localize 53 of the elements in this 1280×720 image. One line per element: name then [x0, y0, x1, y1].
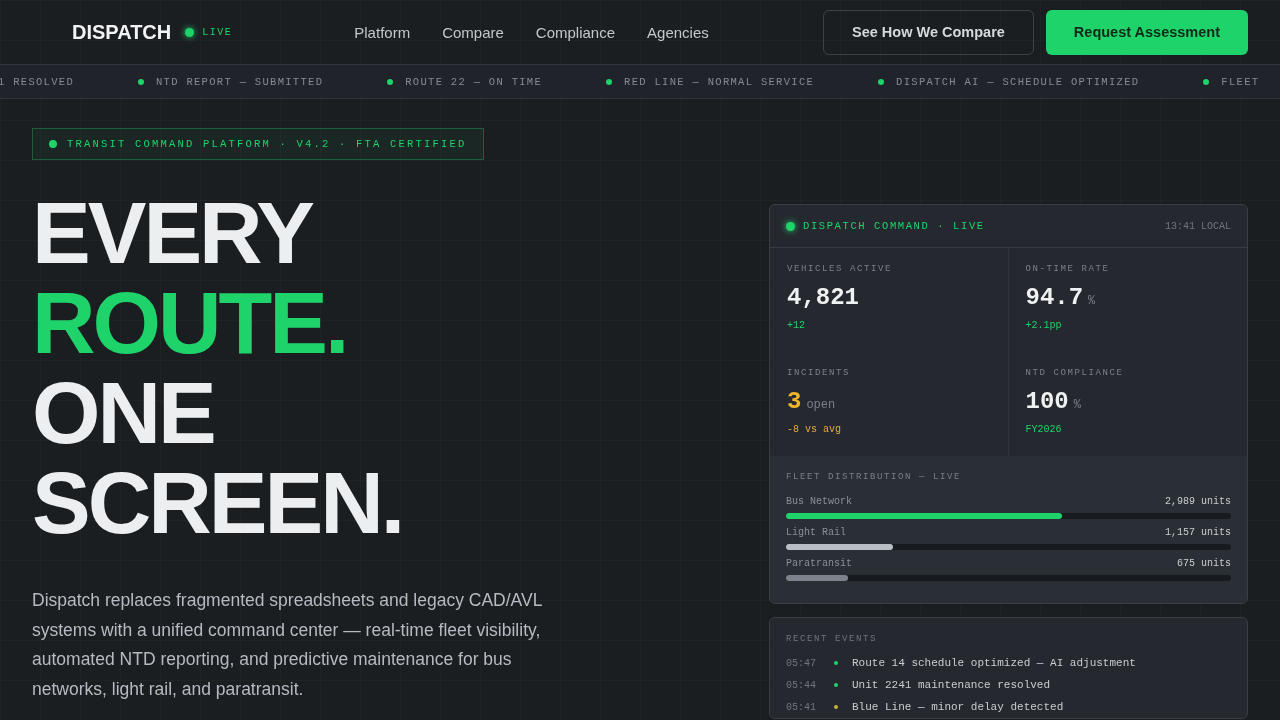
nav-link[interactable]: Compare — [442, 23, 504, 41]
hero-description: Dispatch replaces fragmented spreadsheets and legacy CAD/AVL systems with a unified command center — real-time fleet visibility, automated NTD reporting, and predictive maintenance for bus networks, light rail, and paratransit. — [32, 589, 543, 701]
ticker-item: NTD REPORT — SUBMITTED — [156, 75, 324, 88]
nav-link[interactable]: Agencies — [647, 23, 709, 41]
event-time: 05:44 — [786, 679, 817, 691]
stat-unit: % — [1088, 294, 1096, 308]
stat-delta: +12 — [787, 320, 805, 331]
ticker-item: FLEET — [1221, 75, 1260, 88]
stat-value: 100 — [1025, 388, 1069, 415]
stat-label: INCIDENTS — [787, 368, 851, 378]
nav-link[interactable]: Platform — [354, 23, 411, 41]
stat-value: 94.7 — [1025, 284, 1084, 311]
section-title: FLEET DISTRIBUTION — LIVE — [786, 472, 963, 482]
ticker-item: RED LINE — NORMAL SERVICE — [624, 75, 815, 88]
section-title: RECENT EVENTS — [786, 634, 878, 644]
event-time: 05:47 — [786, 657, 817, 669]
stat-value: 3 — [787, 388, 802, 415]
headline-line: ROUTE. — [32, 278, 347, 368]
stat-unit: open — [806, 398, 836, 412]
panel-time: 13:41 LOCAL — [1165, 220, 1231, 232]
fleet-units: 1,157 units — [1165, 527, 1231, 538]
fleet-units: 2,989 units — [1165, 496, 1231, 507]
event-text: Route 14 schedule optimized — AI adjustment — [852, 657, 1136, 669]
headline-line: ONE — [32, 368, 214, 458]
fleet-label: Light Rail — [786, 527, 846, 538]
stat-delta: +2.1pp — [1025, 320, 1062, 331]
fleet-label: Paratransit — [786, 558, 852, 569]
ticker-item: DISPATCH AI — SCHEDULE OPTIMIZED — [896, 75, 1140, 88]
event-text: Unit 2241 maintenance resolved — [852, 679, 1051, 691]
headline-line: EVERY — [32, 188, 313, 278]
stat-value: 4,821 — [787, 284, 859, 311]
stat-unit: % — [1073, 398, 1081, 412]
stat-delta: -8 vs avg — [787, 424, 841, 435]
ticker-item: ROUTE 22 — ON TIME — [405, 75, 543, 88]
badge-text: TRANSIT COMMAND PLATFORM · V4.2 · FTA CERTIFIED — [67, 138, 467, 150]
status-dot — [49, 140, 57, 148]
fleet-units: 675 units — [1177, 558, 1231, 569]
live-label: LIVE — [202, 26, 233, 38]
panel-title: DISPATCH COMMAND · LIVE — [803, 220, 985, 232]
stat-label: VEHICLES ACTIVE — [787, 264, 893, 274]
nav-link[interactable]: Compliance — [535, 23, 616, 41]
status-dot — [185, 27, 195, 37]
event-text: Blue Line — minor delay detected — [852, 701, 1064, 713]
headline-line: SCREEN. — [32, 458, 403, 548]
event-time: 05:41 — [786, 701, 817, 713]
status-dot — [786, 221, 795, 231]
stat-label: ON-TIME RATE — [1025, 264, 1111, 274]
stat-label: NTD COMPLIANCE — [1025, 368, 1125, 378]
brand-logo[interactable]: DISPATCH — [72, 20, 172, 44]
request-assessment-button[interactable]: Request Assessment — [1045, 9, 1248, 55]
fleet-label: Bus Network — [786, 496, 852, 507]
stat-delta: FY2026 — [1025, 424, 1062, 435]
compare-button[interactable]: See How We Compare — [823, 9, 1034, 55]
